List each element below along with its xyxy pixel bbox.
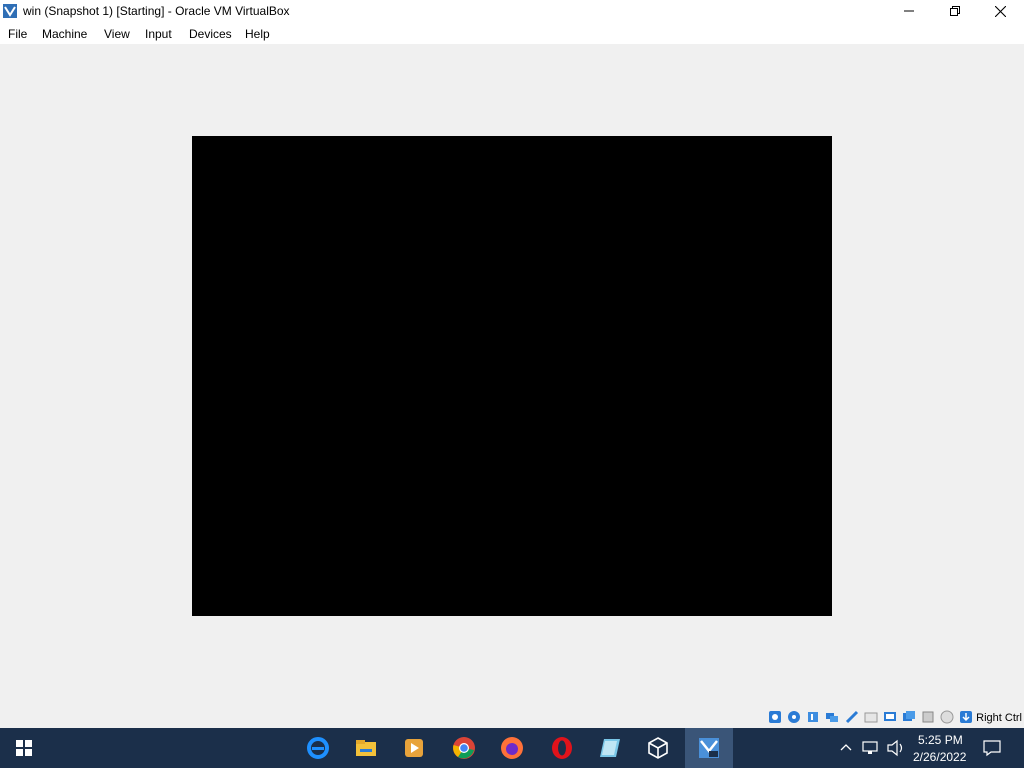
window-titlebar[interactable]: win (Snapshot 1) [Starting] - Oracle VM …: [0, 0, 1024, 22]
volume-icon[interactable]: [886, 739, 906, 757]
notepad-icon: [600, 739, 620, 757]
vm-window-icon: [699, 738, 719, 758]
opera-icon: [552, 737, 572, 759]
network-icon[interactable]: [825, 710, 839, 724]
restore-icon: [950, 6, 960, 16]
window-title: win (Snapshot 1) [Starting] - Oracle VM …: [23, 4, 290, 18]
menu-view[interactable]: View: [104, 27, 130, 41]
taskbar-media-player[interactable]: [390, 728, 438, 768]
virtualbox-icon: [3, 4, 17, 18]
hard-disk-icon[interactable]: [768, 710, 782, 724]
shared-folders-icon[interactable]: [864, 710, 878, 724]
taskbar-file-explorer[interactable]: [342, 728, 390, 768]
taskbar-vm-window[interactable]: [685, 728, 733, 768]
taskbar-virtualbox[interactable]: [634, 728, 682, 768]
taskbar-firefox[interactable]: [488, 728, 536, 768]
taskbar-opera[interactable]: [538, 728, 586, 768]
keyboard-capture-icon[interactable]: [959, 710, 973, 724]
menu-machine[interactable]: Machine: [42, 27, 87, 41]
recording-icon[interactable]: [902, 710, 916, 724]
display-icon[interactable]: [883, 710, 897, 724]
cpu-icon[interactable]: [921, 710, 935, 724]
restore-button[interactable]: [932, 0, 978, 22]
start-button[interactable]: [0, 728, 48, 768]
menu-help[interactable]: Help: [245, 27, 270, 41]
usb-icon[interactable]: [845, 710, 859, 724]
clock-date[interactable]: 2/26/2022: [913, 750, 966, 764]
close-button[interactable]: [977, 0, 1023, 22]
optical-drive-icon[interactable]: [787, 710, 801, 724]
firefox-icon: [501, 737, 523, 759]
host-key-label: Right Ctrl: [976, 712, 1022, 724]
taskbar-internet-explorer[interactable]: [294, 728, 342, 768]
internet-explorer-icon: [307, 737, 329, 759]
taskbar: 5:25 PM 2/26/2022: [0, 728, 1024, 768]
close-icon: [994, 5, 1006, 17]
status-bar: Right Ctrl: [0, 706, 1024, 728]
file-explorer-icon: [356, 740, 376, 756]
notification-icon[interactable]: [983, 739, 1001, 757]
chevron-up-icon[interactable]: [840, 742, 852, 752]
vm-display[interactable]: [192, 136, 832, 616]
virtualbox-icon: [648, 737, 668, 759]
minimize-icon: [904, 10, 914, 12]
minimize-button[interactable]: [886, 0, 932, 22]
taskbar-notepad[interactable]: [586, 728, 634, 768]
menu-devices[interactable]: Devices: [189, 27, 232, 41]
media-player-icon: [405, 739, 423, 757]
taskbar-chrome[interactable]: [440, 728, 488, 768]
menu-file[interactable]: File: [8, 27, 27, 41]
network-tray-icon[interactable]: [862, 740, 880, 756]
mouse-integration-icon[interactable]: [940, 710, 954, 724]
menu-input[interactable]: Input: [145, 27, 172, 41]
clock-time[interactable]: 5:25 PM: [918, 733, 963, 747]
windows-start-icon: [16, 740, 32, 756]
chrome-icon: [453, 737, 475, 759]
audio-icon[interactable]: [806, 710, 820, 724]
menu-bar: File Machine View Input Devices Help: [0, 22, 1024, 44]
